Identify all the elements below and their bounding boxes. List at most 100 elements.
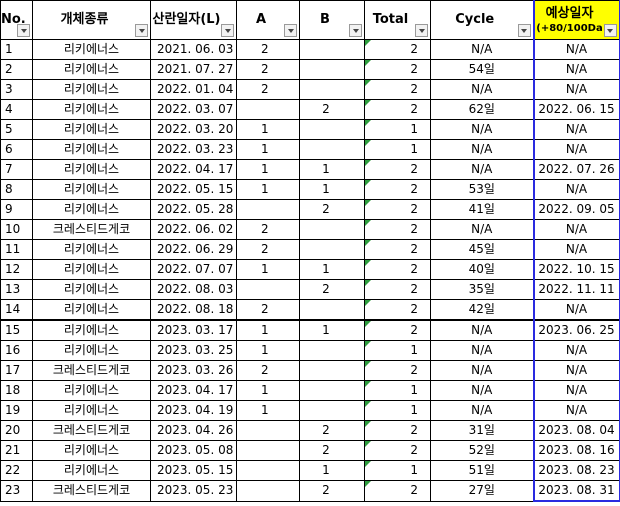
cell-no[interactable]: 2 (0, 59, 33, 80)
cell-total[interactable]: 1 (364, 139, 431, 160)
cell-expected-date[interactable]: N/A (532, 340, 620, 361)
cell-total[interactable]: 1 (364, 119, 431, 140)
cell-expected-date[interactable]: 2022. 06. 15 (532, 99, 620, 120)
cell-b[interactable]: 1 (299, 259, 365, 280)
cell-species[interactable]: 리키에너스 (32, 440, 151, 461)
cell-total[interactable]: 2 (364, 299, 431, 321)
cell-species[interactable]: 리키에너스 (32, 139, 151, 160)
cell-expected-date[interactable]: 2022. 10. 15 (532, 259, 620, 280)
header-type[interactable]: 개체종류 (32, 0, 151, 40)
cell-laying-date[interactable]: 2022. 01. 04 (150, 79, 237, 100)
cell-b[interactable] (299, 39, 365, 60)
cell-no[interactable]: 15 (0, 319, 33, 341)
cell-no[interactable]: 12 (0, 259, 33, 280)
cell-no[interactable]: 21 (0, 440, 33, 461)
cell-cycle[interactable]: 51일 (430, 460, 534, 481)
cell-cycle[interactable]: N/A (430, 360, 534, 381)
cell-total[interactable]: 2 (364, 99, 431, 120)
cell-laying-date[interactable]: 2022. 04. 17 (150, 159, 237, 180)
header-date[interactable]: 산란일자(L) (150, 0, 237, 40)
cell-total[interactable]: 2 (364, 39, 431, 60)
cell-a[interactable] (236, 440, 300, 461)
cell-laying-date[interactable]: 2023. 03. 26 (150, 360, 237, 381)
cell-laying-date[interactable]: 2023. 03. 17 (150, 319, 237, 341)
cell-b[interactable] (299, 360, 365, 381)
cell-a[interactable]: 1 (236, 119, 300, 140)
cell-laying-date[interactable]: 2023. 03. 25 (150, 340, 237, 361)
cell-expected-date[interactable]: N/A (532, 79, 620, 100)
cell-b[interactable] (299, 219, 365, 240)
cell-no[interactable]: 19 (0, 400, 33, 421)
cell-a[interactable]: 1 (236, 159, 300, 180)
cell-species[interactable]: 리키에너스 (32, 119, 151, 140)
header-b[interactable]: B (299, 0, 365, 40)
cell-species[interactable]: 크레스티드게코 (32, 360, 151, 381)
cell-cycle[interactable]: N/A (430, 319, 534, 341)
cell-b[interactable] (299, 380, 365, 401)
cell-expected-date[interactable]: 2022. 11. 11 (532, 279, 620, 300)
cell-total[interactable]: 1 (364, 400, 431, 421)
cell-a[interactable]: 1 (236, 179, 300, 200)
cell-total[interactable]: 2 (364, 440, 431, 461)
cell-b[interactable]: 1 (299, 460, 365, 481)
header-total[interactable]: Total (364, 0, 431, 40)
cell-laying-date[interactable]: 2022. 05. 15 (150, 179, 237, 200)
cell-no[interactable]: 11 (0, 239, 33, 260)
cell-a[interactable]: 1 (236, 139, 300, 160)
cell-b[interactable] (299, 340, 365, 361)
header-expected[interactable]: 예상일자 (+80/100Da (532, 0, 620, 40)
cell-laying-date[interactable]: 2022. 06. 02 (150, 219, 237, 240)
cell-species[interactable]: 크레스티드게코 (32, 480, 151, 502)
cell-b[interactable] (299, 59, 365, 80)
cell-total[interactable]: 2 (364, 79, 431, 100)
cell-cycle[interactable]: N/A (430, 79, 534, 100)
cell-no[interactable]: 17 (0, 360, 33, 381)
cell-species[interactable]: 크레스티드게코 (32, 219, 151, 240)
cell-laying-date[interactable]: 2023. 05. 23 (150, 480, 237, 502)
cell-laying-date[interactable]: 2022. 03. 07 (150, 99, 237, 120)
cell-b[interactable] (299, 79, 365, 100)
cell-a[interactable] (236, 420, 300, 441)
cell-laying-date[interactable]: 2022. 06. 29 (150, 239, 237, 260)
cell-laying-date[interactable]: 2023. 04. 19 (150, 400, 237, 421)
cell-species[interactable]: 리키에너스 (32, 279, 151, 300)
cell-cycle[interactable]: N/A (430, 139, 534, 160)
cell-species[interactable]: 리키에너스 (32, 39, 151, 60)
cell-species[interactable]: 리키에너스 (32, 59, 151, 80)
cell-laying-date[interactable]: 2022. 03. 23 (150, 139, 237, 160)
cell-a[interactable]: 2 (236, 219, 300, 240)
cell-species[interactable]: 리키에너스 (32, 299, 151, 321)
cell-total[interactable]: 2 (364, 360, 431, 381)
cell-species[interactable]: 크레스티드게코 (32, 420, 151, 441)
cell-total[interactable]: 2 (364, 319, 431, 341)
cell-a[interactable] (236, 460, 300, 481)
cell-expected-date[interactable]: N/A (532, 139, 620, 160)
filter-dropdown-icon[interactable] (135, 24, 148, 37)
cell-a[interactable]: 1 (236, 259, 300, 280)
cell-total[interactable]: 2 (364, 279, 431, 300)
cell-no[interactable]: 10 (0, 219, 33, 240)
cell-laying-date[interactable]: 2023. 04. 26 (150, 420, 237, 441)
cell-total[interactable]: 1 (364, 340, 431, 361)
cell-a[interactable]: 2 (236, 79, 300, 100)
cell-species[interactable]: 리키에너스 (32, 340, 151, 361)
cell-b[interactable]: 2 (299, 420, 365, 441)
cell-cycle[interactable]: N/A (430, 400, 534, 421)
cell-total[interactable]: 2 (364, 199, 431, 220)
cell-expected-date[interactable]: N/A (532, 299, 620, 321)
cell-cycle[interactable]: 45일 (430, 239, 534, 260)
cell-total[interactable]: 1 (364, 380, 431, 401)
cell-no[interactable]: 23 (0, 480, 33, 502)
cell-no[interactable]: 20 (0, 420, 33, 441)
cell-expected-date[interactable]: N/A (532, 219, 620, 240)
cell-no[interactable]: 3 (0, 79, 33, 100)
cell-total[interactable]: 2 (364, 159, 431, 180)
cell-laying-date[interactable]: 2021. 06. 03 (150, 39, 237, 60)
cell-a[interactable]: 1 (236, 400, 300, 421)
header-cycle[interactable]: Cycle (430, 0, 534, 40)
cell-cycle[interactable]: 53일 (430, 179, 534, 200)
cell-cycle[interactable]: 27일 (430, 480, 534, 502)
cell-total[interactable]: 2 (364, 480, 431, 502)
cell-expected-date[interactable]: 2022. 07. 26 (532, 159, 620, 180)
cell-cycle[interactable]: 52일 (430, 440, 534, 461)
